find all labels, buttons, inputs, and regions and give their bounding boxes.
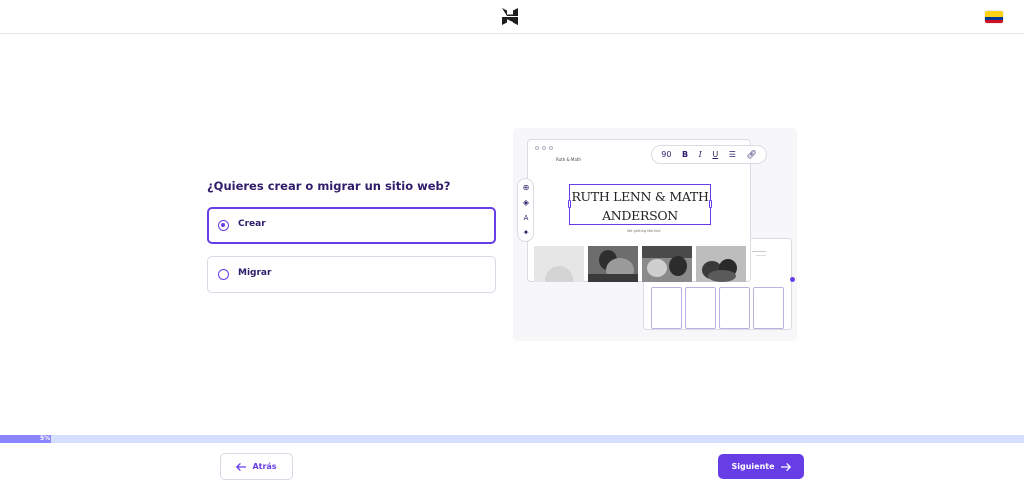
bold-icon: B <box>682 150 689 159</box>
back-button[interactable]: Atrás <box>220 453 293 480</box>
mini-text-line <box>756 255 766 256</box>
radio-crear[interactable] <box>218 220 229 231</box>
font-size-value: 90 <box>661 150 672 159</box>
link-icon: 🔗︎ <box>746 150 757 159</box>
gallery-photo <box>642 246 692 282</box>
top-header <box>0 0 1024 34</box>
site-title-line1: RUTH LENN & MATH <box>571 189 709 204</box>
window-dots <box>535 146 553 150</box>
site-brand: Ruth & Math <box>556 157 581 162</box>
preview-card <box>753 287 784 329</box>
option-label-migrar: Migrar <box>238 268 272 278</box>
text-format-toolbar: 90 B I U ☰ 🔗︎ <box>651 145 767 164</box>
mini-text-line <box>752 251 766 252</box>
ai-sparkle-icon: ✦ <box>522 228 530 237</box>
next-button-label: Siguiente <box>731 462 775 471</box>
window-dot <box>549 146 553 150</box>
back-button-label: Atrás <box>252 462 277 471</box>
progress-percent: 5% <box>40 435 51 442</box>
website-builder-illustration: Ruth & Math RUTH LENN & MATH ANDERSON We… <box>513 128 797 341</box>
preview-card <box>651 287 682 329</box>
progress-bar: 5% <box>0 435 1024 443</box>
hostinger-logo-icon[interactable] <box>502 8 518 25</box>
text-style-icon: A <box>523 214 529 222</box>
list-icon: ☰ <box>728 150 736 159</box>
site-tagline: We getting Married <box>627 229 661 233</box>
window-dot <box>542 146 546 150</box>
add-icon: ⊕ <box>522 183 530 192</box>
gallery-photo <box>696 246 746 282</box>
flag-stripe-red <box>985 20 1003 23</box>
site-title-line2: ANDERSON <box>602 208 678 223</box>
option-crear[interactable]: Crear <box>207 207 496 244</box>
preview-card <box>685 287 716 329</box>
radio-migrar[interactable] <box>218 269 229 280</box>
option-migrar[interactable]: Migrar <box>207 256 496 293</box>
gallery-photo <box>534 246 584 282</box>
editor-side-tools: ⊕ ◈ A ✦ <box>517 178 534 242</box>
gallery-photo <box>588 246 638 282</box>
window-dot <box>535 146 539 150</box>
selected-title-box: RUTH LENN & MATH ANDERSON <box>568 184 712 225</box>
preview-card <box>719 287 750 329</box>
italic-icon: I <box>698 150 702 159</box>
colombia-flag-icon[interactable] <box>985 11 1003 23</box>
connector-dot <box>790 277 795 282</box>
arrow-right-icon <box>780 462 791 471</box>
site-title: RUTH LENN & MATH ANDERSON <box>570 187 710 225</box>
next-button[interactable]: Siguiente <box>718 454 804 479</box>
layers-icon: ◈ <box>522 198 530 207</box>
arrow-left-icon <box>236 462 247 471</box>
underline-icon: U <box>712 150 719 159</box>
option-label-crear: Crear <box>238 219 266 229</box>
page-question: ¿Quieres crear o migrar un sitio web? <box>207 179 451 193</box>
